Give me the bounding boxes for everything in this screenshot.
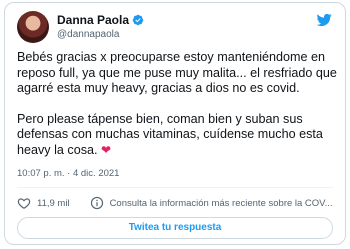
- covid-info-link[interactable]: Consulta la información más reciente sob…: [90, 196, 333, 210]
- tweet-actions: 11,9 mil Consulta la información más rec…: [17, 193, 333, 213]
- like-button[interactable]: 11,9 mil: [17, 196, 70, 210]
- reply-button[interactable]: Twitea tu respuesta: [17, 217, 333, 239]
- like-count: 11,9 mil: [37, 197, 70, 209]
- tweet-text: Bebés gracias x preocuparse estoy manten…: [17, 50, 339, 158]
- info-icon: [90, 196, 103, 210]
- author-handle[interactable]: @dannapaola: [57, 29, 119, 40]
- avatar[interactable]: [17, 11, 49, 43]
- author-name-row[interactable]: Danna Paola: [57, 13, 144, 27]
- tweet-paragraph-1: Bebés gracias x preocuparse estoy manten…: [17, 50, 337, 95]
- tweet-paragraph-2: Pero please tápense bien, coman bien y s…: [17, 111, 323, 157]
- heart-emoji-icon: ❤: [101, 142, 112, 157]
- tweet-header: Danna Paola @dannapaola: [17, 11, 333, 45]
- tweet-card[interactable]: Danna Paola @dannapaola Bebés gracias x …: [4, 2, 346, 245]
- divider: [17, 187, 333, 188]
- twitter-bird-icon[interactable]: [315, 12, 333, 28]
- author-display-name[interactable]: Danna Paola: [57, 13, 129, 27]
- tweet-paragraph-2-container: Pero please tápense bien, coman bien y s…: [17, 112, 339, 159]
- covid-info-text: Consulta la información más reciente sob…: [109, 197, 333, 209]
- tweet-timestamp[interactable]: 10:07 p. m. · 4 dic. 2021: [17, 168, 119, 179]
- heart-outline-icon: [17, 198, 31, 209]
- verified-badge-icon: [132, 14, 144, 26]
